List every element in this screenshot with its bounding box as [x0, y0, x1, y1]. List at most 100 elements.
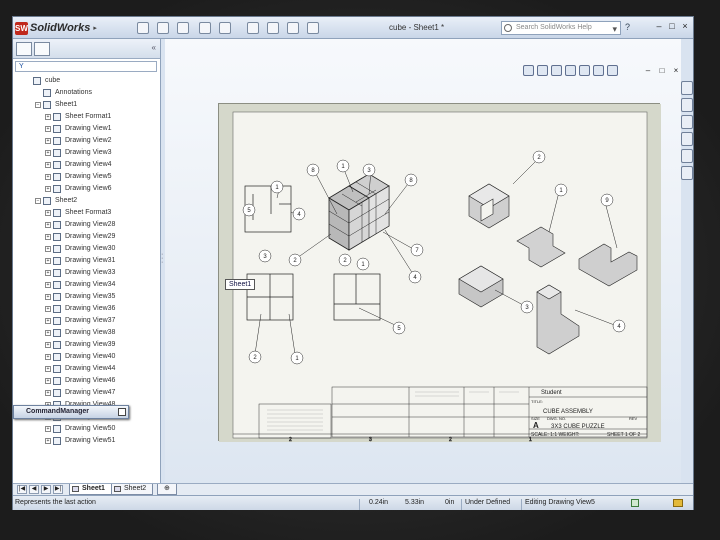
- expand-icon[interactable]: +: [45, 438, 51, 444]
- previous-sheet-icon[interactable]: ◀: [29, 485, 39, 494]
- last-sheet-icon[interactable]: ▶|: [53, 485, 63, 494]
- tree-item[interactable]: + Drawing View3: [13, 147, 159, 159]
- rebuild-status-icon[interactable]: [631, 499, 639, 507]
- expand-icon[interactable]: +: [45, 318, 51, 324]
- tree-item[interactable]: + Drawing View29: [13, 231, 159, 243]
- graphics-minimize-button[interactable]: –: [643, 66, 653, 75]
- zoom-to-fit-icon[interactable]: [523, 65, 534, 76]
- graphics-close-button[interactable]: ×: [671, 66, 681, 75]
- minimize-button[interactable]: –: [653, 21, 665, 33]
- tab-sheet2[interactable]: Sheet2: [111, 484, 154, 495]
- expand-icon[interactable]: +: [45, 426, 51, 432]
- search-help-input[interactable]: Search SolidWorks Help ▾: [501, 21, 621, 35]
- tree-item[interactable]: + Drawing View39: [13, 339, 159, 351]
- display-style-icon[interactable]: [579, 65, 590, 76]
- expand-icon[interactable]: +: [45, 366, 51, 372]
- tree-item[interactable]: cube: [13, 75, 159, 87]
- tree-item[interactable]: + Drawing View44: [13, 363, 159, 375]
- undo-icon[interactable]: [219, 22, 231, 34]
- zoom-area-icon[interactable]: [537, 65, 548, 76]
- graphics-restore-button[interactable]: □: [657, 66, 667, 75]
- close-toolbar-icon[interactable]: [118, 408, 126, 416]
- expand-icon[interactable]: +: [45, 114, 51, 120]
- expand-icon[interactable]: +: [45, 138, 51, 144]
- tree-item[interactable]: + Drawing View6: [13, 183, 159, 195]
- print-icon[interactable]: [199, 22, 211, 34]
- file-properties-icon[interactable]: [287, 22, 299, 34]
- options-gear-icon[interactable]: [307, 22, 319, 34]
- open-folder-icon[interactable]: [157, 22, 169, 34]
- expand-icon[interactable]: +: [45, 210, 51, 216]
- expand-icon[interactable]: +: [45, 390, 51, 396]
- close-button[interactable]: ×: [679, 21, 691, 33]
- collapse-icon[interactable]: −: [35, 198, 41, 204]
- expand-icon[interactable]: +: [45, 246, 51, 252]
- tree-item[interactable]: + Drawing View2: [13, 135, 159, 147]
- feature-tree-tab-icon[interactable]: [16, 42, 32, 56]
- tree-item[interactable]: + Drawing View50: [13, 423, 159, 435]
- first-sheet-icon[interactable]: |◀: [17, 485, 27, 494]
- expand-icon[interactable]: +: [45, 126, 51, 132]
- property-manager-tab-icon[interactable]: [34, 42, 50, 56]
- command-manager-toolbar[interactable]: CommandManager: [13, 405, 129, 419]
- expand-icon[interactable]: +: [45, 282, 51, 288]
- expand-icon[interactable]: +: [45, 174, 51, 180]
- help-icon[interactable]: ?: [625, 22, 630, 32]
- quick-tips-icon[interactable]: [673, 499, 683, 507]
- save-icon[interactable]: [177, 22, 189, 34]
- rebuild-icon[interactable]: [267, 22, 279, 34]
- expand-icon[interactable]: +: [45, 330, 51, 336]
- tree-item[interactable]: + Drawing View4: [13, 159, 159, 171]
- tree-item[interactable]: + Drawing View40: [13, 351, 159, 363]
- scene-icon[interactable]: [607, 65, 618, 76]
- tree-item[interactable]: + Drawing View31: [13, 255, 159, 267]
- drawing-sheet[interactable]: 2321 8 1 3 8 4 7 2 1 5 4 3 2 1 2 1 5 2 1…: [218, 103, 661, 443]
- select-cursor-icon[interactable]: [247, 22, 259, 34]
- tree-item[interactable]: + Drawing View33: [13, 267, 159, 279]
- home-icon[interactable]: [681, 81, 693, 95]
- file-explorer-icon[interactable]: [681, 115, 693, 129]
- custom-properties-icon[interactable]: [681, 166, 693, 180]
- view-palette-icon[interactable]: [681, 132, 693, 146]
- expand-icon[interactable]: +: [45, 234, 51, 240]
- graphics-area[interactable]: – □ × 2321 8 1 3 8 4 7 2 1 5 4 3 2 1 2 1…: [165, 39, 681, 483]
- add-sheet-tab[interactable]: ⊕: [157, 484, 177, 495]
- tree-item[interactable]: + Drawing View1: [13, 123, 159, 135]
- tree-item[interactable]: − Sheet2: [13, 195, 159, 207]
- collapse-panel-icon[interactable]: «: [152, 43, 156, 52]
- expand-icon[interactable]: +: [45, 306, 51, 312]
- tab-sheet1[interactable]: Sheet1: [69, 484, 112, 495]
- tree-item[interactable]: + Drawing View47: [13, 387, 159, 399]
- collapse-icon[interactable]: −: [35, 102, 41, 108]
- expand-icon[interactable]: +: [45, 342, 51, 348]
- next-sheet-icon[interactable]: ▶: [41, 485, 51, 494]
- hide-show-icon[interactable]: [593, 65, 604, 76]
- previous-view-icon[interactable]: [551, 65, 562, 76]
- expand-icon[interactable]: +: [45, 222, 51, 228]
- tree-item[interactable]: + Drawing View51: [13, 435, 159, 447]
- tree-item[interactable]: + Drawing View30: [13, 243, 159, 255]
- tree-item[interactable]: Annotations: [13, 87, 159, 99]
- tree-item[interactable]: + Drawing View35: [13, 291, 159, 303]
- tree-item[interactable]: − Sheet1: [13, 99, 159, 111]
- expand-icon[interactable]: +: [45, 162, 51, 168]
- section-view-icon[interactable]: [565, 65, 576, 76]
- design-library-icon[interactable]: [681, 98, 693, 112]
- expand-icon[interactable]: +: [45, 354, 51, 360]
- tree-item[interactable]: + Drawing View34: [13, 279, 159, 291]
- tree-item[interactable]: + Sheet Format1: [13, 111, 159, 123]
- expand-icon[interactable]: +: [45, 378, 51, 384]
- tree-item[interactable]: + Sheet Format3: [13, 207, 159, 219]
- expand-icon[interactable]: +: [45, 186, 51, 192]
- appearances-icon[interactable]: [681, 149, 693, 163]
- chevron-down-icon[interactable]: ▾: [612, 23, 617, 35]
- tree-item[interactable]: + Drawing View5: [13, 171, 159, 183]
- tree-item[interactable]: + Drawing View37: [13, 315, 159, 327]
- tree-item[interactable]: + Drawing View46: [13, 375, 159, 387]
- restore-button[interactable]: □: [666, 21, 678, 33]
- expand-icon[interactable]: +: [45, 150, 51, 156]
- tree-filter-input[interactable]: Y: [15, 61, 157, 72]
- expand-icon[interactable]: +: [45, 258, 51, 264]
- tree-item[interactable]: + Drawing View28: [13, 219, 159, 231]
- solidworks-menu[interactable]: SW SolidWorks ▸: [15, 21, 97, 35]
